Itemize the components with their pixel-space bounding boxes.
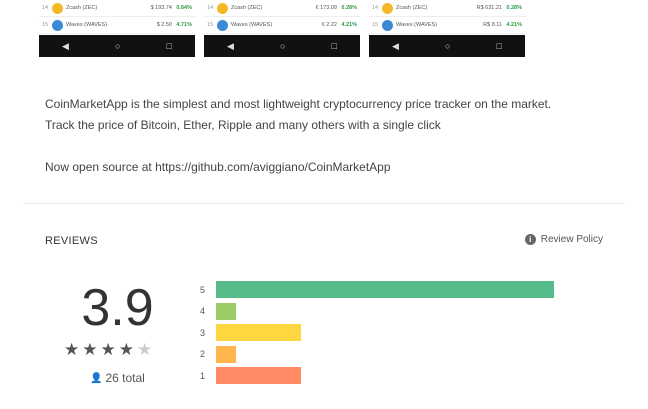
coin-icon [52, 2, 63, 14]
star-filled-icon: ★ [82, 340, 98, 359]
histogram-row: 5 [200, 281, 554, 298]
coin-row: 14 Zcash (ZEC) R$ 631.21 0.28% [369, 0, 525, 17]
coin-row: 14 Zcash (ZEC) $ 193.74 0.64% [39, 0, 195, 17]
home-icon: ○ [115, 41, 121, 51]
coin-icon [382, 19, 393, 31]
histogram-row: 3 [200, 324, 301, 341]
section-divider [23, 203, 625, 204]
back-icon: ◀ [392, 40, 399, 51]
coin-change: 4.21% [341, 22, 357, 28]
coin-change: 4.21% [506, 22, 522, 28]
app-screenshot[interactable]: 14 Zcash (ZEC) € 173.09 0.28% 15 Waves (WAVES… [204, 0, 360, 57]
coin-price: R$ 8.11 [483, 22, 502, 28]
histogram-label: 3 [200, 327, 206, 338]
coin-icon [52, 19, 63, 31]
coin-change: 0.28% [341, 5, 357, 11]
coin-rank: 15 [207, 22, 214, 28]
histogram-label: 1 [200, 370, 206, 381]
person-icon: 👤 [90, 372, 103, 384]
coin-row: 14 Zcash (ZEC) € 173.09 0.28% [204, 0, 360, 17]
coin-price: € 173.09 [315, 5, 337, 11]
coin-name: Waves (WAVES) [231, 22, 273, 28]
coin-price: $ 193.74 [150, 5, 172, 11]
rating-stars: ★ ★ ★ ★ ★ [64, 340, 152, 360]
reviews-heading: REVIEWS [45, 235, 98, 247]
histogram-row: 1 [200, 367, 301, 384]
android-nav-bar: ◀ ○ □ [369, 35, 525, 57]
recents-icon: □ [496, 41, 502, 51]
review-policy-label: Review Policy [540, 234, 603, 245]
review-policy-link[interactable]: i Review Policy [524, 234, 603, 245]
description-line: CoinMarketApp is the simplest and most l… [45, 97, 552, 111]
android-nav-bar: ◀ ○ □ [39, 35, 195, 57]
screenshot-gallery: 14 Zcash (ZEC) $ 193.74 0.64% 15 Waves (WAVES… [39, 0, 525, 57]
histogram-label: 4 [200, 306, 206, 316]
coin-name: Zcash (ZEC) [66, 5, 98, 11]
home-icon: ○ [445, 41, 451, 51]
coin-rank: 14 [42, 5, 49, 11]
coin-rank: 15 [372, 22, 379, 28]
coin-change: 0.28% [506, 5, 522, 11]
coin-name: Zcash (ZEC) [231, 5, 263, 11]
star-filled-icon: ★ [100, 340, 116, 359]
coin-price: $ 2.50 [156, 22, 172, 28]
histogram-bar [216, 281, 554, 298]
recents-icon: □ [331, 41, 337, 51]
histogram-row: 2 [200, 345, 236, 363]
coin-name: Waves (WAVES) [396, 22, 438, 28]
coin-rank: 14 [207, 5, 214, 11]
coin-icon [217, 2, 228, 14]
coin-change: 4.71% [176, 22, 192, 28]
histogram-bar [216, 302, 236, 320]
coin-name: Zcash (ZEC) [396, 5, 428, 11]
description-line: Track the price of Bitcoin, Ether, Rippl… [45, 118, 441, 132]
histogram-label: 5 [200, 284, 206, 295]
coin-price: R$ 631.21 [476, 5, 502, 11]
coin-price: € 2.22 [321, 22, 337, 28]
coin-rank: 15 [42, 22, 49, 28]
rating-score: 3.9 [81, 279, 154, 337]
histogram-row: 4 [200, 302, 236, 320]
star-filled-icon: ★ [118, 340, 134, 359]
histogram-label: 2 [200, 349, 206, 359]
coin-change: 0.64% [176, 5, 192, 11]
coin-rank: 14 [372, 5, 379, 11]
home-icon: ○ [280, 41, 286, 51]
coin-row: 15 Waves (WAVES) $ 2.50 4.71% [39, 17, 195, 34]
star-empty-icon: ★ [137, 340, 153, 359]
histogram-bar [216, 367, 301, 384]
back-icon: ◀ [227, 40, 234, 51]
review-total-label: 26 total [105, 371, 145, 385]
coin-name: Waves (WAVES) [66, 22, 108, 28]
recents-icon: □ [166, 41, 172, 51]
histogram-bar [216, 324, 301, 341]
info-icon: i [524, 234, 536, 245]
coin-icon [217, 19, 228, 31]
android-nav-bar: ◀ ○ □ [204, 35, 360, 57]
app-screenshot[interactable]: 14 Zcash (ZEC) $ 193.74 0.64% 15 Waves (WAVES… [39, 0, 195, 57]
star-filled-icon: ★ [64, 340, 80, 359]
coin-row: 15 Waves (WAVES) € 2.22 4.21% [204, 17, 360, 34]
coin-row: 15 Waves (WAVES) R$ 8.11 4.21% [369, 17, 525, 34]
review-count: 👤 26 total [90, 371, 145, 385]
back-icon: ◀ [62, 40, 69, 51]
histogram-bar [216, 345, 236, 363]
app-screenshot[interactable]: 14 Zcash (ZEC) R$ 631.21 0.28% 15 Waves (WAVE… [369, 0, 525, 57]
coin-icon [382, 2, 393, 14]
source-link-line[interactable]: Now open source at https://github.com/av… [45, 157, 551, 178]
app-description: CoinMarketApp is the simplest and most l… [45, 94, 551, 178]
